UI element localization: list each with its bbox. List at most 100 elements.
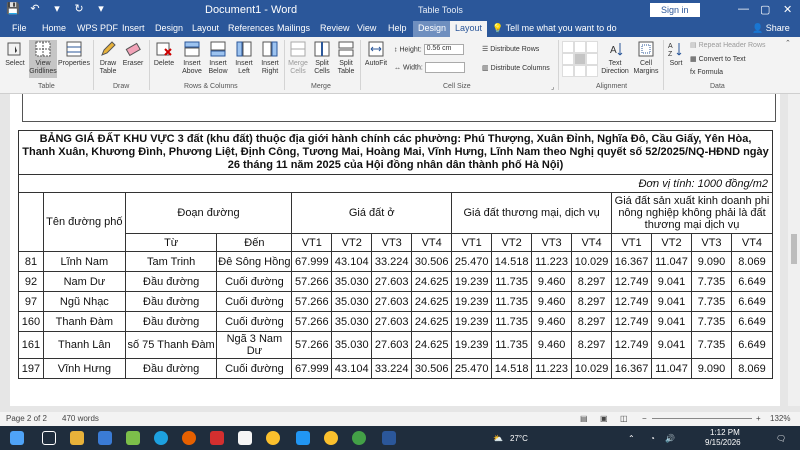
network-icon[interactable]: ◔ — [650, 434, 655, 443]
width-input[interactable] — [424, 62, 465, 73]
tab-references[interactable]: References — [228, 23, 274, 33]
split-cells-button[interactable]: Split Cells — [311, 40, 333, 76]
tab-home[interactable]: Home — [42, 23, 66, 33]
align-middle-right-icon[interactable] — [586, 53, 598, 65]
align-bottom-center-icon[interactable] — [574, 65, 586, 77]
cell-price: 9.090 — [690, 358, 732, 379]
select-button[interactable]: Select — [4, 40, 26, 68]
tab-view[interactable]: View — [357, 23, 376, 33]
minimize-button[interactable]: — — [738, 3, 749, 15]
customize-toolbar-icon[interactable]: ▾ — [94, 2, 108, 15]
merge-cells-button[interactable]: Merge Cells — [287, 40, 309, 76]
height-field[interactable]: ↕ Height: 0.56 cm — [394, 44, 464, 55]
windows-start-icon[interactable] — [10, 431, 24, 445]
chrome-icon[interactable] — [266, 431, 280, 445]
page-count[interactable]: Page 2 of 2 — [6, 414, 47, 423]
volume-icon[interactable]: 🔊 — [665, 434, 675, 443]
tab-review[interactable]: Review — [320, 23, 350, 33]
align-middle-left-icon[interactable] — [562, 53, 574, 65]
tab-mailings[interactable]: Mailings — [277, 23, 310, 33]
weather-temp[interactable]: 27°C — [510, 434, 528, 443]
tab-table-layout[interactable]: Layout — [450, 21, 488, 37]
tab-design[interactable]: Design — [155, 23, 183, 33]
tab-help[interactable]: Help — [388, 23, 407, 33]
tray-overflow-icon[interactable]: ⌃ — [628, 434, 635, 443]
zoom-level[interactable]: 132% — [770, 414, 790, 423]
clock-date[interactable]: 9/15/2026 — [705, 438, 741, 447]
save-icon[interactable]: 💾 — [6, 2, 20, 15]
task-view-icon[interactable] — [42, 431, 56, 445]
split-table-label: Split Table — [337, 60, 355, 75]
tab-wps-pdf[interactable]: WPS PDF — [77, 23, 118, 33]
redo-icon[interactable]: ↻ — [72, 2, 86, 15]
align-center-icon[interactable] — [574, 53, 586, 65]
edge-icon[interactable] — [154, 431, 168, 445]
scrollbar-thumb[interactable] — [791, 234, 797, 264]
sort-button[interactable]: AZ Sort — [666, 40, 686, 68]
zoom-out-icon[interactable]: − — [642, 414, 647, 423]
word-count[interactable]: 470 words — [62, 414, 99, 423]
zoom-in-icon[interactable]: + — [756, 414, 761, 423]
insert-right-button[interactable]: Insert Right — [258, 40, 282, 76]
autofit-button[interactable]: AutoFit — [363, 40, 389, 68]
convert-to-text-button[interactable]: ▦ Convert to Text — [690, 55, 746, 63]
distribute-columns-icon: ▥ — [482, 65, 489, 72]
close-button[interactable]: ✕ — [783, 3, 792, 16]
split-table-button[interactable]: Split Table — [335, 40, 357, 76]
read-mode-icon[interactable]: ▤ — [580, 414, 588, 423]
cell-margins-button[interactable]: Cell Margins — [632, 40, 660, 76]
tab-table-design[interactable]: Design — [413, 21, 452, 37]
align-bottom-right-icon[interactable] — [586, 65, 598, 77]
cell-size-launcher-icon[interactable]: ⌟ — [551, 83, 554, 91]
distribute-rows-button[interactable]: ☰ Distribute Rows — [482, 45, 539, 53]
align-top-center-icon[interactable] — [574, 41, 586, 53]
file-explorer-icon[interactable] — [70, 431, 84, 445]
clock-time[interactable]: 1:12 PM — [710, 428, 740, 437]
split-table-icon — [338, 41, 354, 57]
vertical-scrollbar[interactable] — [788, 94, 800, 406]
insert-below-button[interactable]: Insert Below — [206, 40, 230, 76]
eraser-button[interactable]: Eraser — [122, 40, 144, 68]
wps-icon[interactable] — [210, 431, 224, 445]
sign-in-button[interactable]: Sign in — [650, 3, 700, 17]
text-direction-button[interactable]: A Text Direction — [600, 40, 630, 76]
app-icon[interactable] — [126, 431, 140, 445]
repeat-header-rows-button[interactable]: ▤ Repeat Header Rows — [690, 41, 766, 49]
formula-button[interactable]: fx Formula — [690, 69, 723, 76]
insert-above-button[interactable]: Insert Above — [180, 40, 204, 76]
chrome-icon[interactable] — [324, 431, 338, 445]
width-field[interactable]: ↔ Width: — [394, 62, 465, 73]
chrome-icon[interactable] — [352, 431, 366, 445]
tab-file[interactable]: File — [12, 23, 27, 33]
notifications-icon[interactable]: 🗨 — [776, 434, 786, 443]
web-layout-icon[interactable]: ◫ — [620, 414, 628, 423]
alignment-grid — [562, 41, 598, 77]
sort-label: Sort — [669, 60, 683, 67]
word-taskbar-icon[interactable] — [382, 431, 396, 445]
draw-table-button[interactable]: Draw Table — [97, 40, 119, 76]
app-icon[interactable] — [296, 431, 310, 445]
view-gridlines-button[interactable]: View Gridlines — [29, 40, 57, 78]
properties-button[interactable]: Properties — [58, 40, 90, 68]
undo-icon[interactable]: ↶ — [28, 2, 42, 15]
align-top-left-icon[interactable] — [562, 41, 574, 53]
app-icon[interactable] — [238, 431, 252, 445]
print-layout-icon[interactable]: ▣ — [600, 414, 608, 423]
height-input[interactable]: 0.56 cm — [423, 44, 464, 55]
tab-insert[interactable]: Insert — [122, 23, 145, 33]
zoom-slider[interactable] — [652, 418, 752, 419]
collapse-ribbon-icon[interactable]: ⌃ — [785, 39, 791, 47]
align-bottom-left-icon[interactable] — [562, 65, 574, 77]
firefox-icon[interactable] — [182, 431, 196, 445]
tell-me-search[interactable]: 💡 Tell me what you want to do — [492, 23, 617, 34]
align-top-right-icon[interactable] — [586, 41, 598, 53]
tab-layout[interactable]: Layout — [192, 23, 219, 33]
delete-button[interactable]: Delete — [152, 40, 176, 68]
group-label-alignment: Alignment — [596, 83, 628, 90]
undo-dropdown-icon[interactable]: ▾ — [50, 2, 64, 15]
share-button[interactable]: 👤 Share — [752, 23, 790, 34]
restore-button[interactable]: ▢ — [760, 3, 770, 16]
distribute-columns-button[interactable]: ▥ Distribute Columns — [482, 64, 550, 72]
store-icon[interactable] — [98, 431, 112, 445]
insert-left-button[interactable]: Insert Left — [232, 40, 256, 76]
